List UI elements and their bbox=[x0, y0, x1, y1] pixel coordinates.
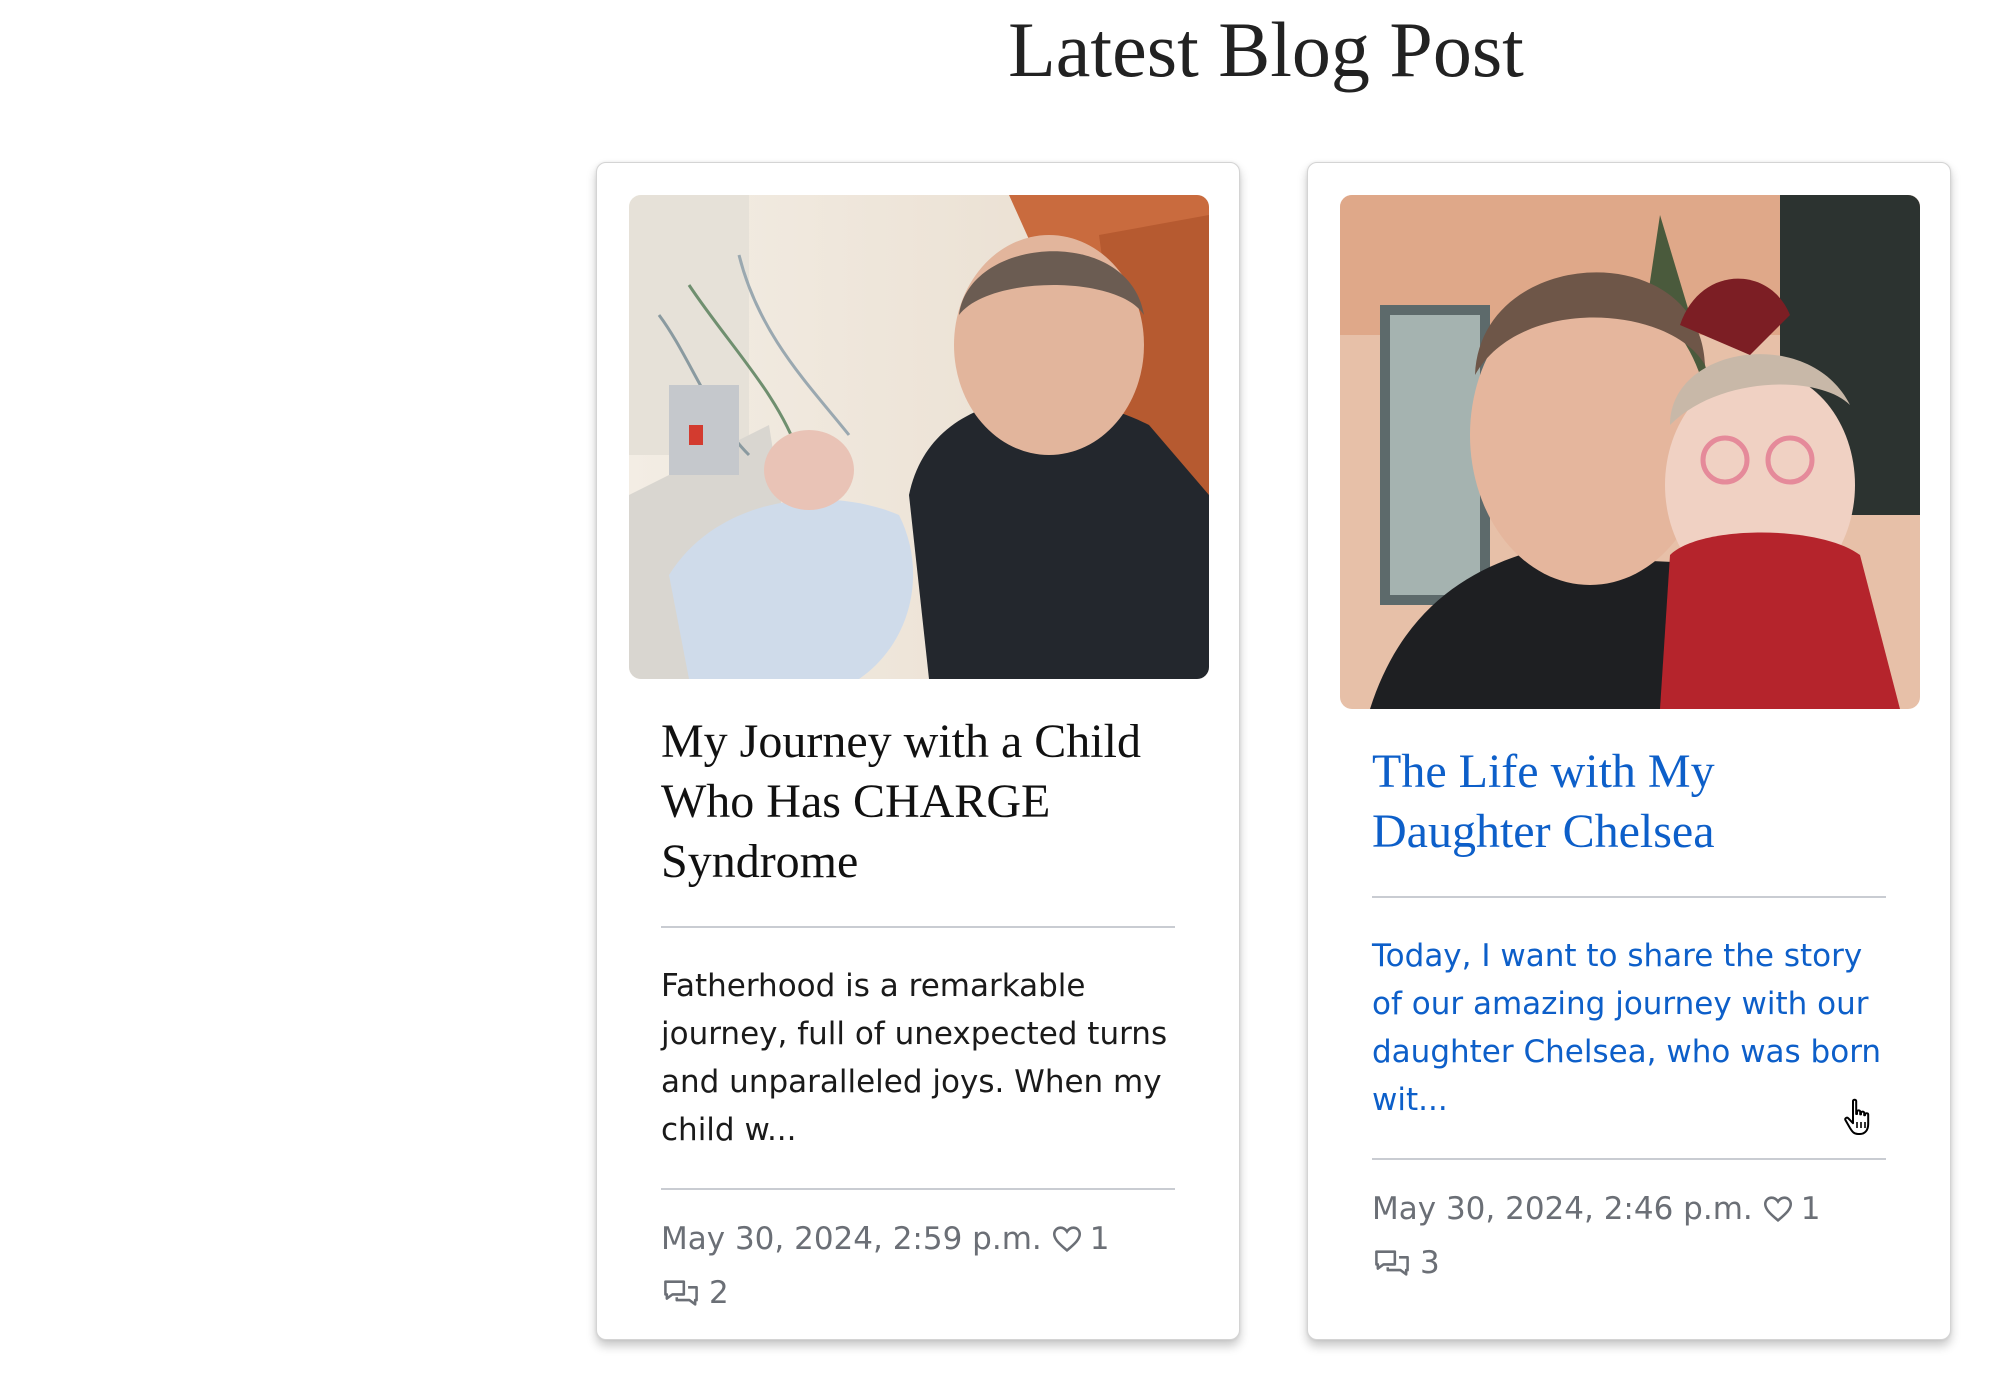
divider bbox=[661, 1188, 1175, 1190]
divider bbox=[1372, 896, 1886, 898]
blog-post-card[interactable]: My Journey with a Child Who Has CHARGE S… bbox=[596, 162, 1240, 1340]
divider bbox=[661, 926, 1175, 928]
photo-mother-and-daughter-selfie bbox=[1340, 195, 1920, 709]
comments-icon[interactable] bbox=[1372, 1246, 1412, 1280]
post-excerpt[interactable]: Fatherhood is a remarkable journey, full… bbox=[661, 962, 1175, 1154]
hand-pointer-cursor-icon bbox=[1843, 1098, 1877, 1138]
comment-count: 2 bbox=[709, 1275, 729, 1311]
post-meta: May 30, 2024, 2:59 p.m. 1 2 bbox=[661, 1212, 1175, 1320]
photo-father-holding-newborn bbox=[629, 195, 1209, 679]
like-count: 1 bbox=[1800, 1191, 1821, 1227]
post-image-father-newborn[interactable] bbox=[629, 195, 1209, 679]
heart-icon[interactable] bbox=[1050, 1222, 1084, 1256]
post-image-mother-daughter[interactable] bbox=[1340, 195, 1920, 709]
comment-count: 3 bbox=[1420, 1245, 1440, 1281]
post-date: May 30, 2024, 2:46 p.m. bbox=[1372, 1191, 1753, 1227]
heart-icon[interactable] bbox=[1761, 1192, 1795, 1226]
post-excerpt[interactable]: Today, I want to share the story of our … bbox=[1372, 932, 1886, 1124]
section-title: Latest Blog Post bbox=[1008, 6, 1524, 93]
like-count: 1 bbox=[1089, 1221, 1110, 1257]
post-date: May 30, 2024, 2:59 p.m. bbox=[661, 1221, 1042, 1257]
blog-post-list: My Journey with a Child Who Has CHARGE S… bbox=[596, 162, 1951, 1340]
post-title[interactable]: My Journey with a Child Who Has CHARGE S… bbox=[661, 712, 1175, 892]
post-title[interactable]: The Life with My Daughter Chelsea bbox=[1372, 742, 1886, 862]
comments-icon[interactable] bbox=[661, 1276, 701, 1310]
post-meta: May 30, 2024, 2:46 p.m. 1 3 bbox=[1372, 1182, 1886, 1290]
divider bbox=[1372, 1158, 1886, 1160]
blog-post-card[interactable]: The Life with My Daughter Chelsea Today,… bbox=[1307, 162, 1951, 1340]
